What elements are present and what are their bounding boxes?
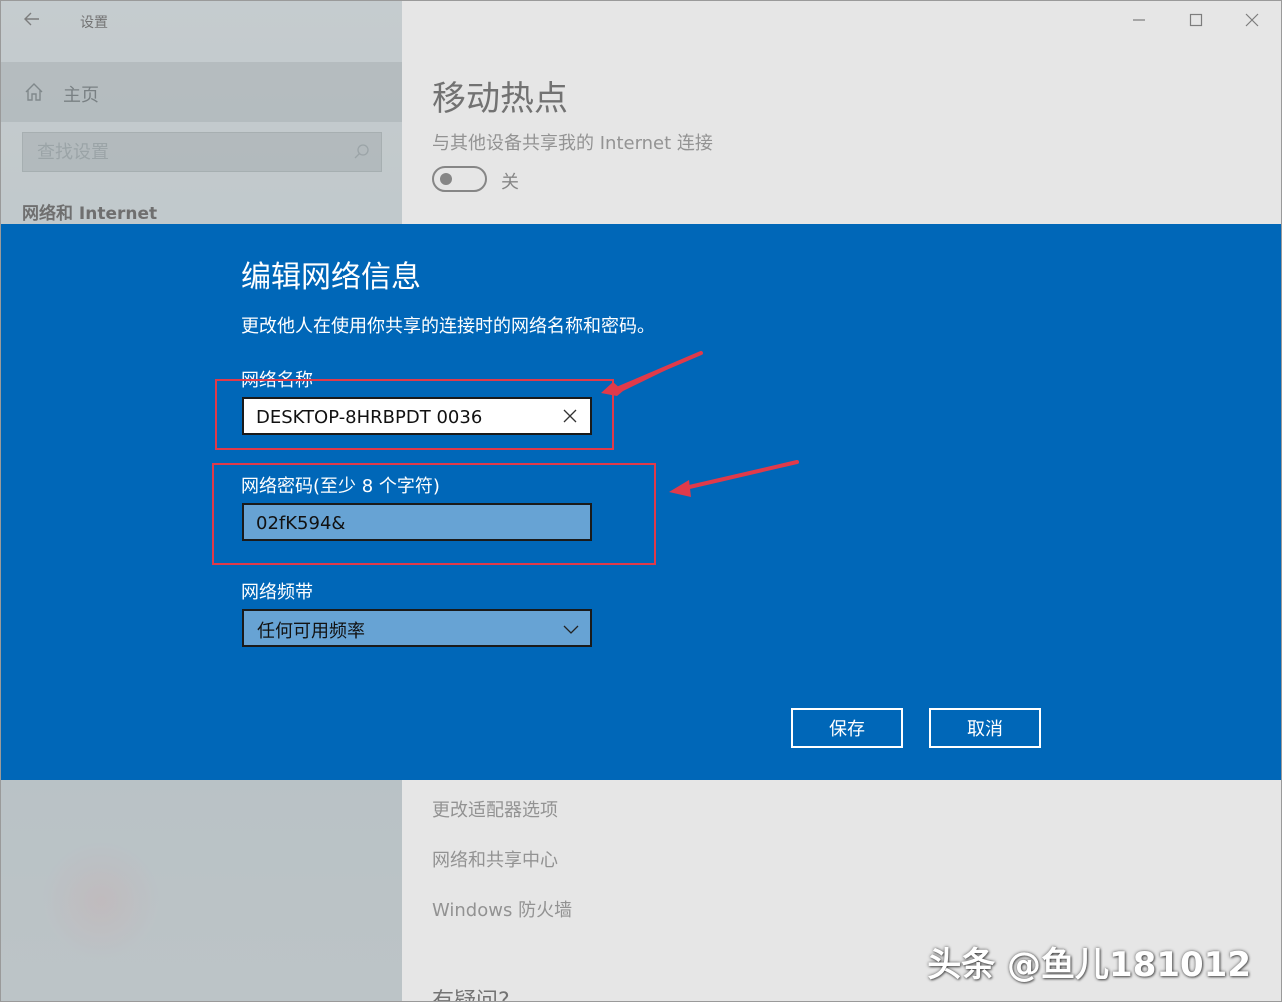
link-windows-firewall[interactable]: Windows 防火墙 (432, 896, 572, 922)
watermark-text: 头条 @鱼儿181012 (927, 945, 1251, 985)
back-arrow-icon[interactable] (19, 9, 45, 35)
home-icon (23, 81, 45, 103)
page-title: 移动热点 (432, 79, 568, 119)
app-title: 设置 (80, 15, 108, 31)
maximize-icon[interactable] (1178, 9, 1214, 35)
search-input[interactable] (37, 141, 337, 163)
cancel-button[interactable]: 取消 (929, 708, 1041, 748)
dialog-description: 更改他人在使用你共享的连接时的网络名称和密码。 (241, 316, 655, 337)
save-button[interactable]: 保存 (791, 708, 903, 748)
sidebar-item-home[interactable] (1, 62, 402, 122)
settings-window: 设置 主页 网络和 Internet 移动热点 与其他设备共享我的 Intern… (0, 0, 1282, 1002)
annotation-box-password (212, 463, 656, 565)
share-internet-label: 与其他设备共享我的 Internet 连接 (432, 133, 713, 154)
search-icon[interactable] (353, 143, 371, 161)
hotspot-toggle[interactable] (432, 166, 487, 192)
section-label-network: 网络和 Internet (22, 204, 158, 224)
sidebar-item-home-label: 主页 (63, 85, 99, 106)
toggle-state-label: 关 (501, 172, 519, 193)
network-band-value: 任何可用频率 (257, 621, 365, 642)
close-icon[interactable] (1234, 9, 1270, 35)
annotation-box-name (215, 379, 614, 450)
link-adapter-options[interactable]: 更改适配器选项 (432, 796, 558, 822)
minimize-icon[interactable] (1121, 9, 1157, 35)
network-band-label: 网络频带 (241, 582, 313, 603)
network-band-select[interactable]: 任何可用频率 (242, 609, 592, 647)
link-network-sharing-center[interactable]: 网络和共享中心 (432, 846, 558, 872)
help-heading: 有疑问? (432, 989, 510, 1002)
chevron-down-icon (562, 621, 580, 635)
dialog-title: 编辑网络信息 (241, 260, 421, 295)
search-box[interactable] (22, 132, 382, 172)
